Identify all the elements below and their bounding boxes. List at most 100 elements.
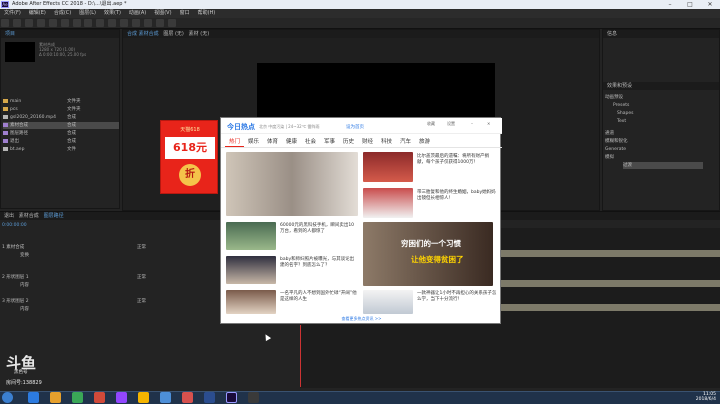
news-headline[interactable]: 带三胎复和他的终生婚姻，baby她妈妈出镜但长相惊人！: [417, 190, 497, 202]
project-item[interactable]: main 文件夹: [3, 98, 119, 105]
after-effects-taskbar-icon[interactable]: [226, 392, 237, 403]
project-item[interactable]: bt.aep 文件: [3, 146, 119, 153]
menu-help[interactable]: 帮助(H): [198, 9, 216, 18]
clone-tool-icon[interactable]: [132, 19, 141, 27]
effect-item[interactable]: 模糊和锐化: [605, 138, 628, 145]
menu-composition[interactable]: 合成(C): [54, 9, 71, 18]
app-icon[interactable]: [182, 392, 193, 403]
news-headline[interactable]: baby和师妇照片被曝光，与其谈论出建的名字？到底怎么了？: [280, 257, 358, 269]
home-tool-icon[interactable]: [1, 19, 9, 27]
tab-layer[interactable]: 图层 (无): [163, 31, 184, 37]
project-item[interactable]: 图层路径 合成: [3, 130, 119, 137]
news-tab[interactable]: 健康: [282, 136, 301, 147]
favorite-button[interactable]: 收藏: [427, 121, 435, 127]
project-item[interactable]: 退出 合成: [3, 138, 119, 145]
discount-badge[interactable]: 折: [179, 164, 201, 186]
news-thumb[interactable]: [363, 290, 413, 314]
app-icon[interactable]: [72, 392, 83, 403]
news-tab[interactable]: 社会: [301, 136, 320, 147]
puppet-tool-icon[interactable]: [167, 19, 176, 27]
layer-bar[interactable]: [500, 250, 720, 257]
layer-row[interactable]: 1 素材合成 正常: [2, 244, 146, 251]
pen-tool-icon[interactable]: [96, 19, 105, 27]
tab-timeline-path[interactable]: 图层路径: [44, 213, 64, 219]
rectangle-tool-icon[interactable]: [84, 19, 93, 27]
more-news-link[interactable]: 查看更多热点资讯 >>: [221, 316, 502, 322]
news-tab[interactable]: 财经: [358, 136, 377, 147]
project-item-selected[interactable]: 素材合成 合成: [3, 122, 119, 129]
news-thumb[interactable]: [363, 188, 413, 218]
project-item[interactable]: pcs 文件夹: [3, 106, 119, 113]
news-headline[interactable]: 60000元的黑科技手机，瞬间卖出10万台，看到的人都惊了: [280, 223, 358, 235]
tab-footage[interactable]: 素材 (无): [189, 31, 210, 37]
news-headline[interactable]: 一名平凡的人不想到国外忙碌“开阔”他是这样的人生: [280, 291, 358, 303]
layer-row[interactable]: 2 形状图层 1 正常: [2, 274, 146, 281]
effect-item[interactable]: 通道: [605, 130, 614, 137]
zoom-tool-icon[interactable]: [36, 19, 45, 27]
menu-window[interactable]: 窗口: [180, 9, 190, 18]
playhead[interactable]: [300, 325, 301, 387]
menu-view[interactable]: 视图(V): [154, 9, 171, 18]
news-tab[interactable]: 汽车: [396, 136, 415, 147]
camera-tool-icon[interactable]: [60, 19, 69, 27]
layer-property[interactable]: 内容: [20, 306, 29, 313]
effects-tab[interactable]: 效果和预设: [603, 82, 719, 90]
rotate-tool-icon[interactable]: [48, 19, 57, 27]
app-icon[interactable]: [204, 392, 215, 403]
layer-property[interactable]: 变换: [20, 252, 29, 259]
app-icon[interactable]: [138, 392, 149, 403]
feature-image[interactable]: 穷困们的一个习惯 让他变得贫困了: [363, 222, 493, 286]
app-icon[interactable]: [116, 392, 127, 403]
maximize-button[interactable]: □: [680, 0, 700, 9]
layer-property[interactable]: 内容: [20, 282, 29, 289]
layer-row[interactable]: 3 形状图层 2 正常: [2, 298, 146, 305]
news-tab-hot[interactable]: 热门: [225, 136, 244, 147]
browser-icon[interactable]: [28, 392, 39, 403]
hand-tool-icon[interactable]: [24, 19, 33, 27]
news-headline[interactable]: 比尔盖茨最后的遗嘱：将所有财产捐献，每个孩子仅获得1000万！: [417, 154, 497, 166]
close-popup-button[interactable]: ✕: [487, 121, 490, 126]
app-icon[interactable]: [248, 392, 259, 403]
brush-tool-icon[interactable]: [120, 19, 129, 27]
effect-item[interactable]: Presets: [613, 102, 629, 109]
menu-edit[interactable]: 编辑(E): [29, 9, 46, 18]
news-headline[interactable]: 一款神器让1小时不再担心的关系孩子怎么学，当下十分流行！: [417, 291, 497, 303]
minimize-popup-button[interactable]: –: [471, 121, 473, 126]
effect-item[interactable]: Generate: [605, 146, 626, 153]
news-thumb[interactable]: [226, 290, 276, 314]
app-icon[interactable]: [94, 392, 105, 403]
effect-item[interactable]: Shapes: [617, 110, 633, 117]
effect-item[interactable]: 模拟: [605, 154, 614, 161]
layer-bar[interactable]: [500, 304, 720, 311]
effect-item[interactable]: Text: [617, 118, 626, 125]
news-tab[interactable]: 体育: [263, 136, 282, 147]
news-tab[interactable]: 科技: [377, 136, 396, 147]
menu-file[interactable]: 文件(F): [4, 9, 21, 18]
settings-button[interactable]: 设置: [447, 121, 455, 127]
pan-behind-tool-icon[interactable]: [72, 19, 81, 27]
menu-effect[interactable]: 效果(T): [104, 9, 121, 18]
close-button[interactable]: ✕: [700, 0, 720, 9]
project-item[interactable]: gsl2020_20160.mp4 合成: [3, 114, 119, 121]
menu-layer[interactable]: 图层(L): [79, 9, 96, 18]
minimize-button[interactable]: –: [660, 0, 680, 9]
headline-image[interactable]: [226, 152, 358, 216]
app-icon[interactable]: [160, 392, 171, 403]
menu-animation[interactable]: 动画(A): [129, 9, 146, 18]
news-tab[interactable]: 历史: [339, 136, 358, 147]
layer-bar[interactable]: [500, 280, 720, 287]
info-tab[interactable]: 信息: [603, 30, 719, 38]
promo-ad[interactable]: 天猫618 618元 折: [160, 120, 218, 194]
news-thumb[interactable]: [226, 222, 276, 250]
eraser-tool-icon[interactable]: [144, 19, 153, 27]
start-button-icon[interactable]: [2, 392, 13, 403]
news-tab[interactable]: 军事: [320, 136, 339, 147]
text-tool-icon[interactable]: [108, 19, 117, 27]
news-tab[interactable]: 娱乐: [244, 136, 263, 147]
tab-composition[interactable]: 合成 素材合成: [127, 31, 159, 37]
system-clock[interactable]: 11:05 2018/6/4: [696, 392, 716, 402]
news-tab[interactable]: 旅游: [415, 136, 434, 147]
set-homepage-link[interactable]: 设为首页: [346, 124, 364, 130]
explorer-icon[interactable]: [50, 392, 61, 403]
effect-item-selected[interactable]: 过渡: [623, 162, 703, 169]
